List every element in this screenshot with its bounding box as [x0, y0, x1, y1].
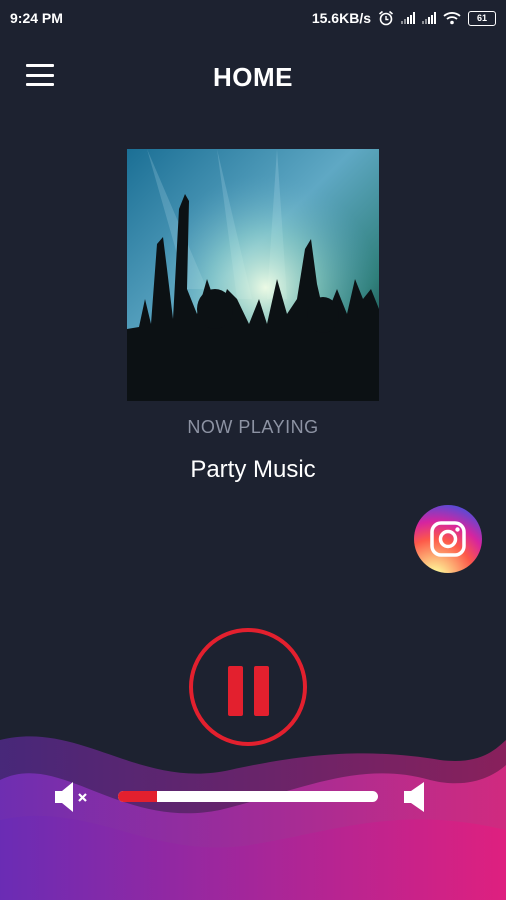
- volume-slider[interactable]: [118, 791, 378, 802]
- wifi-icon: [443, 12, 461, 25]
- status-bar: 9:24 PM 15.6KB/s 61: [0, 0, 506, 36]
- album-cover: [127, 149, 379, 401]
- volume-slider-fill: [118, 791, 157, 802]
- alarm-icon: [378, 10, 394, 26]
- now-playing-label: NOW PLAYING: [187, 417, 319, 437]
- volume-mute-icon[interactable]: [53, 780, 91, 814]
- network-speed: 15.6KB/s: [311, 10, 371, 26]
- page-title: HOME: [213, 62, 293, 92]
- app-header: HOME: [0, 50, 506, 102]
- pause-icon: [254, 666, 269, 716]
- track-title: Party Music: [190, 456, 316, 483]
- status-time: 9:24 PM: [10, 10, 63, 26]
- status-icons: 15.6KB/s 61: [312, 10, 496, 26]
- volume-icon[interactable]: [400, 780, 438, 814]
- instagram-icon[interactable]: [414, 505, 482, 573]
- signal-icon: [401, 12, 415, 24]
- signal-icon: [422, 12, 436, 24]
- battery-icon: 61: [468, 10, 496, 26]
- pause-icon: [228, 666, 243, 716]
